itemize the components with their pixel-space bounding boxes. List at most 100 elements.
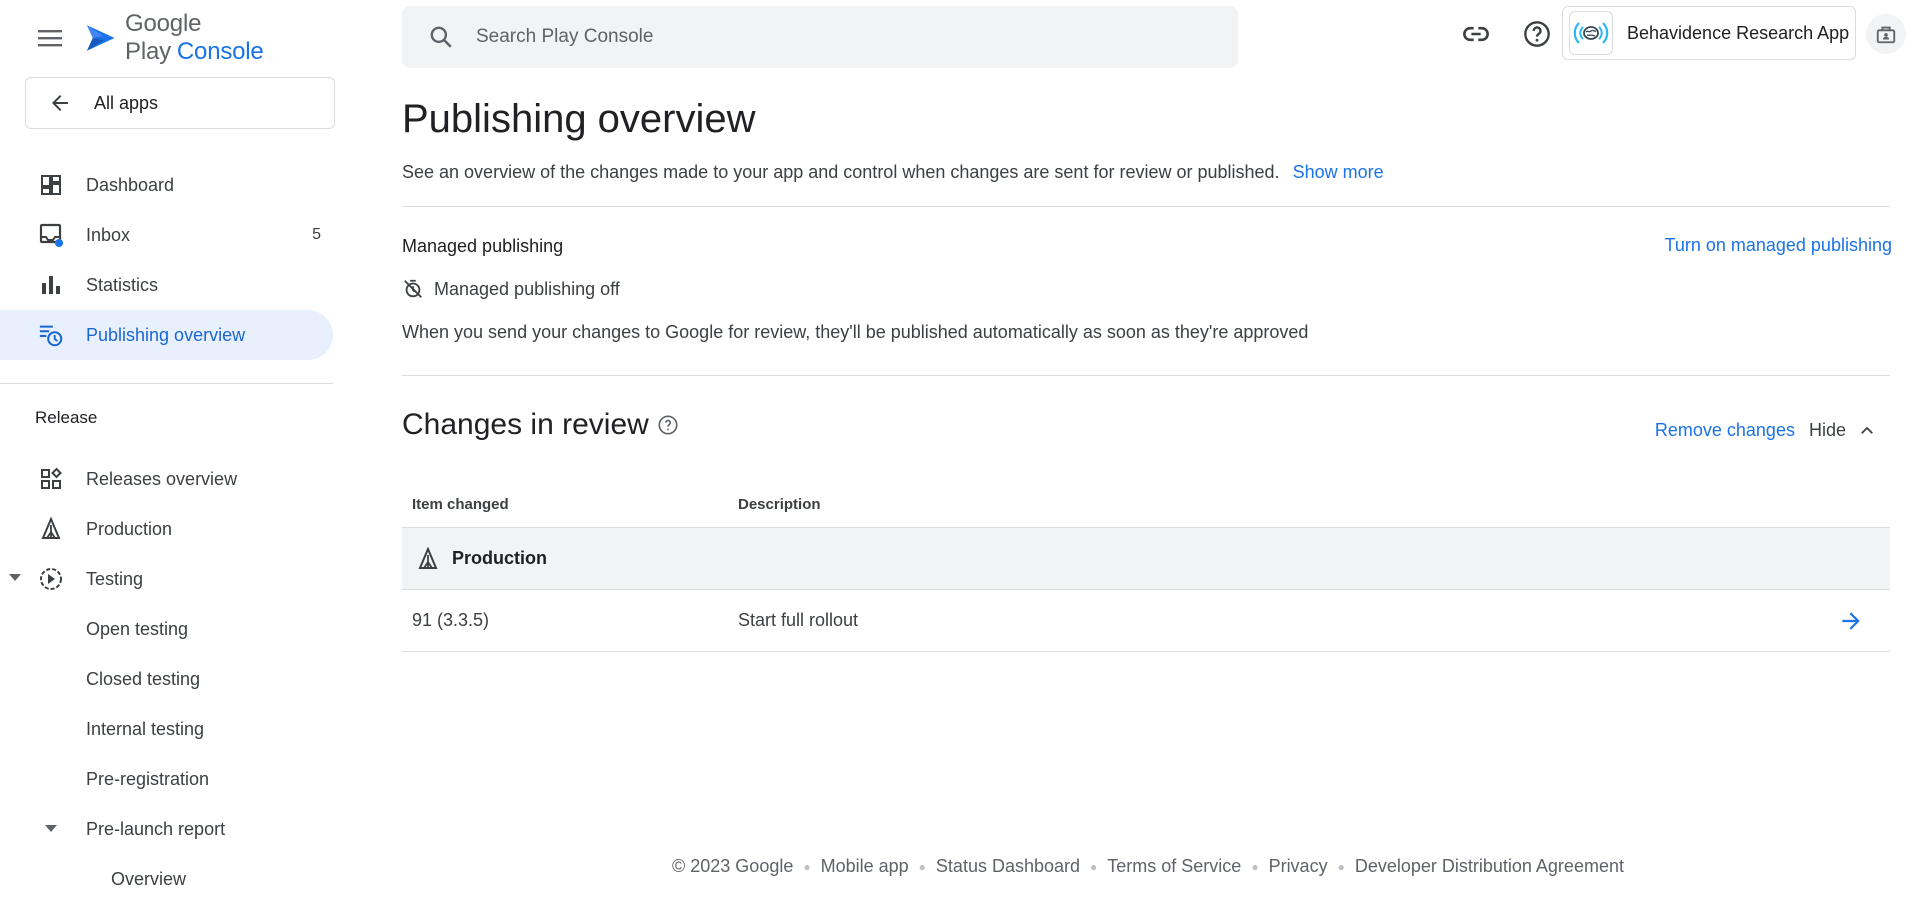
expand-caret-icon[interactable] bbox=[38, 816, 64, 842]
column-header-item: Item changed bbox=[412, 496, 509, 513]
table-row[interactable]: 91 (3.3.5) Start full rollout bbox=[402, 590, 1890, 652]
sidebar-item-label: Production bbox=[86, 518, 173, 539]
section-divider bbox=[402, 206, 1890, 207]
release-nav: Releases overview Production Testing Ope… bbox=[0, 454, 343, 904]
sidebar-item-label: Pre-registration bbox=[86, 768, 210, 789]
search-icon bbox=[430, 26, 452, 48]
managed-publishing-description: When you send your changes to Google for… bbox=[402, 322, 1309, 342]
sidebar-item-label: Overview bbox=[111, 868, 187, 889]
footer-separator: ● bbox=[1337, 859, 1345, 874]
sidebar-item-publishing-overview[interactable]: Publishing overview bbox=[0, 310, 333, 360]
bar-chart-icon bbox=[38, 272, 64, 298]
inbox-count-badge: 5 bbox=[312, 226, 321, 243]
sidebar-item-releases-overview[interactable]: Releases overview bbox=[0, 454, 343, 504]
arrow-forward-icon[interactable] bbox=[1838, 608, 1864, 634]
footer: © 2023 Google ● Mobile app ● Status Dash… bbox=[672, 856, 1624, 877]
sidebar-item-inbox[interactable]: Inbox 5 bbox=[0, 210, 343, 260]
sidebar-item-label: Open testing bbox=[86, 618, 189, 639]
all-apps-label: All apps bbox=[94, 92, 159, 113]
app-name: Behavidence Research App bbox=[1627, 22, 1850, 43]
footer-separator: ● bbox=[918, 859, 926, 874]
managed-publishing-title: Managed publishing bbox=[402, 236, 564, 256]
sidebar-item-label: Testing bbox=[86, 568, 144, 589]
play-console-logo-icon bbox=[86, 25, 115, 51]
sidebar-item-internal-testing[interactable]: Internal testing bbox=[0, 704, 343, 754]
publishing-off-icon bbox=[404, 279, 422, 298]
footer-link-terms-of-service[interactable]: Terms of Service bbox=[1107, 856, 1241, 877]
sidebar-item-open-testing[interactable]: Open testing bbox=[0, 604, 343, 654]
hide-button[interactable]: Hide bbox=[1809, 420, 1876, 441]
changes-actions: Remove changes Hide bbox=[1655, 420, 1876, 441]
footer-link-status-dashboard[interactable]: Status Dashboard bbox=[936, 856, 1080, 877]
sidebar-item-closed-testing[interactable]: Closed testing bbox=[0, 654, 343, 704]
sidebar-divider bbox=[0, 383, 333, 384]
releases-overview-icon bbox=[38, 466, 64, 492]
row-description: Start full rollout bbox=[738, 610, 859, 630]
brain-signal-icon bbox=[1573, 22, 1609, 44]
footer-link-developer-distribution-agreement[interactable]: Developer Distribution Agreement bbox=[1355, 856, 1624, 877]
chevron-up-icon bbox=[1858, 422, 1876, 440]
sidebar-item-pre-launch-report[interactable]: Pre-launch report bbox=[0, 804, 343, 854]
changes-in-review-heading: Changes in review bbox=[402, 408, 649, 441]
search-bar[interactable] bbox=[402, 6, 1238, 68]
sidebar-item-label: Internal testing bbox=[86, 718, 205, 739]
search-input[interactable] bbox=[476, 26, 1176, 48]
testing-icon bbox=[38, 566, 64, 592]
arrow-back-icon bbox=[52, 95, 68, 111]
sidebar-item-label: Inbox bbox=[86, 224, 131, 245]
page-description: See an overview of the changes made to y… bbox=[402, 162, 1384, 183]
release-section-title: Release bbox=[35, 408, 98, 427]
changes-table: Item changed Description Production 91 (… bbox=[402, 482, 1890, 652]
sidebar-item-label: Statistics bbox=[86, 274, 159, 295]
inbox-icon bbox=[38, 222, 64, 248]
production-icon bbox=[418, 546, 438, 569]
menu-icon[interactable] bbox=[34, 22, 66, 54]
app-selector[interactable]: Behavidence Research App bbox=[1562, 6, 1856, 60]
production-icon bbox=[38, 516, 64, 542]
group-label: Production bbox=[452, 548, 547, 568]
sidebar-item-pre-launch-overview[interactable]: Overview bbox=[0, 854, 343, 904]
table-group-row: Production bbox=[402, 528, 1890, 590]
show-more-link[interactable]: Show more bbox=[1293, 162, 1384, 182]
brand-wordmark: Google Play Console bbox=[125, 10, 264, 65]
changes-in-review-title: Changes in review bbox=[402, 408, 679, 442]
primary-nav: Dashboard Inbox 5 Statistics Publishing … bbox=[0, 160, 343, 360]
sidebar-item-label: Publishing overview bbox=[86, 324, 246, 345]
dashboard-icon bbox=[38, 172, 64, 198]
page-title: Publishing overview bbox=[402, 97, 756, 141]
app-avatar bbox=[1569, 11, 1613, 55]
help-outline-icon[interactable] bbox=[657, 414, 679, 436]
remove-changes-button[interactable]: Remove changes bbox=[1655, 420, 1795, 441]
table-header: Item changed Description bbox=[402, 482, 1890, 528]
publishing-overview-icon bbox=[38, 322, 64, 348]
page-description-text: See an overview of the changes made to y… bbox=[402, 162, 1280, 182]
sidebar-item-statistics[interactable]: Statistics bbox=[0, 260, 343, 310]
section-divider bbox=[402, 375, 1890, 376]
sidebar-item-dashboard[interactable]: Dashboard bbox=[0, 160, 343, 210]
managed-publishing-status-label: Managed publishing off bbox=[434, 278, 620, 299]
link-icon[interactable] bbox=[1458, 16, 1494, 52]
footer-separator: ● bbox=[1090, 859, 1098, 874]
footer-separator: ● bbox=[803, 859, 811, 874]
sidebar-item-label: Closed testing bbox=[86, 668, 201, 689]
sidebar: Google Play Console All apps Dashboard In… bbox=[0, 0, 343, 912]
help-icon[interactable] bbox=[1519, 16, 1555, 52]
turn-on-managed-publishing-link[interactable]: Turn on managed publishing bbox=[1665, 235, 1893, 256]
footer-separator: ● bbox=[1251, 859, 1259, 874]
footer-link-privacy[interactable]: Privacy bbox=[1269, 856, 1328, 877]
sidebar-item-label: Releases overview bbox=[86, 468, 238, 489]
sidebar-item-label: Dashboard bbox=[86, 174, 175, 195]
account-icon[interactable] bbox=[1866, 14, 1906, 54]
sidebar-item-production[interactable]: Production bbox=[0, 504, 343, 554]
sidebar-item-pre-registration[interactable]: Pre-registration bbox=[0, 754, 343, 804]
footer-copyright: © 2023 Google bbox=[672, 856, 794, 876]
column-header-description: Description bbox=[738, 496, 821, 513]
sidebar-item-testing[interactable]: Testing bbox=[0, 554, 343, 604]
expand-caret-icon[interactable] bbox=[9, 574, 21, 581]
row-item-changed: 91 (3.3.5) bbox=[412, 610, 490, 630]
all-apps-button[interactable]: All apps bbox=[25, 77, 335, 129]
sidebar-item-label: Pre-launch report bbox=[86, 818, 226, 839]
hide-label: Hide bbox=[1808, 420, 1846, 440]
managed-publishing-status: Managed publishing off bbox=[402, 278, 620, 300]
footer-link-mobile-app[interactable]: Mobile app bbox=[821, 856, 909, 877]
